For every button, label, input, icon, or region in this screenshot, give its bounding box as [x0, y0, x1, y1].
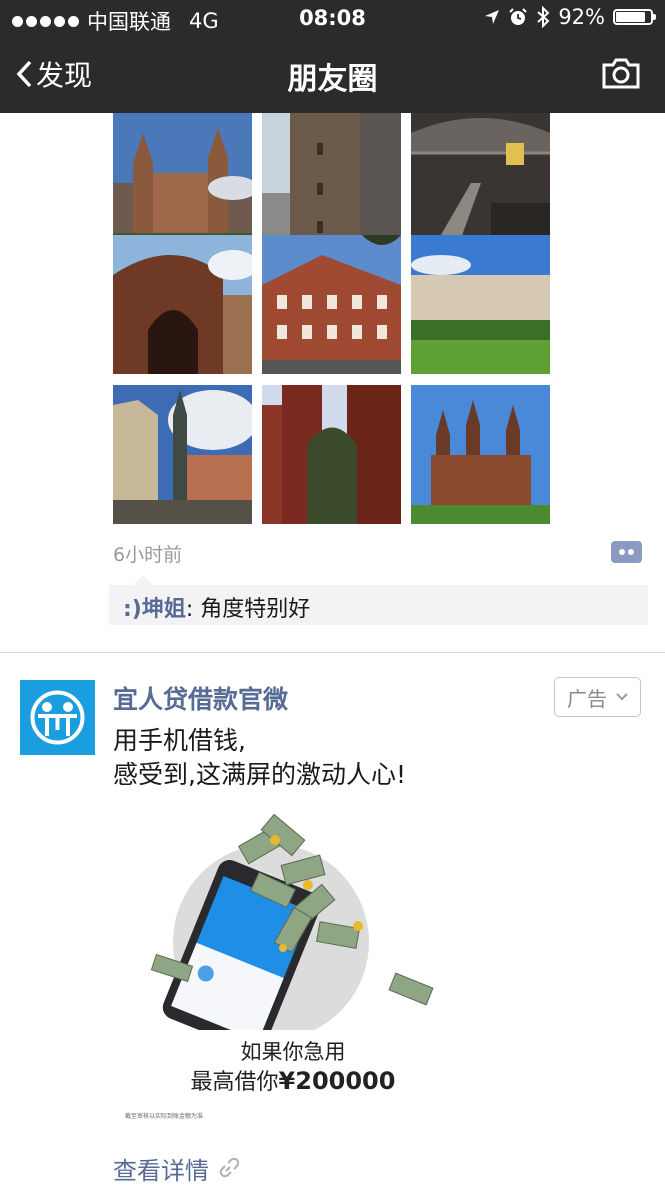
- promo-line1: 如果你急用: [240, 1040, 346, 1064]
- tower-photo[interactable]: [262, 113, 401, 252]
- comment-author[interactable]: :)坤姐: [123, 597, 186, 622]
- yirendai-logo-icon: [30, 690, 85, 745]
- avatar[interactable]: [20, 680, 95, 755]
- square-photo[interactable]: [113, 385, 252, 524]
- brick-building-photo[interactable]: [262, 235, 401, 374]
- ad-image[interactable]: 如果你急用 最高借你¥200000 截至审核以实际到账金额为准: [113, 800, 473, 1130]
- ad-tag-label: 广告: [567, 686, 607, 711]
- promo-amount: ¥200000: [278, 1067, 396, 1095]
- comment-text: 角度特别好: [193, 597, 311, 622]
- link-icon: [219, 1157, 239, 1177]
- train-station-photo[interactable]: [411, 113, 550, 252]
- camera-icon: [602, 58, 640, 89]
- battery-percent: 92%: [558, 5, 605, 29]
- promo-fine-print: 截至审核以实际到账金额为准: [125, 1113, 204, 1120]
- ad-tag-dropdown[interactable]: 广告: [554, 677, 641, 717]
- camera-button[interactable]: [601, 56, 641, 94]
- phone-money-illustration: [150, 813, 434, 1030]
- navigation-bar: 发现 朋友圈: [0, 36, 665, 113]
- battery-icon: [613, 9, 656, 25]
- view-details-label: 查看详情: [113, 1157, 209, 1185]
- photo-grid: [113, 113, 550, 524]
- bluetooth-icon: [537, 6, 550, 28]
- park-houses-photo[interactable]: [411, 235, 550, 374]
- status-icons: 92%: [484, 5, 656, 29]
- ad-text-line2: 感受到,这满屏的激动人心!: [113, 760, 406, 789]
- comment-box: :)坤姐: 角度特别好: [109, 575, 648, 625]
- view-details-link[interactable]: 查看详情: [113, 1151, 239, 1186]
- post-timestamp: 6小时前: [113, 544, 183, 566]
- chevron-down-icon: [616, 693, 628, 701]
- feed-divider: [0, 652, 665, 653]
- arch-photo[interactable]: [113, 235, 252, 374]
- castle-photo[interactable]: [113, 113, 252, 252]
- comment-icon[interactable]: [611, 541, 642, 563]
- page-title: 朋友圈: [287, 62, 378, 97]
- location-arrow-icon: [485, 10, 500, 24]
- ad-text-line1: 用手机借钱,: [113, 726, 246, 755]
- palace-photo[interactable]: [411, 385, 550, 524]
- alarm-icon: [509, 8, 528, 25]
- comment-line: :)坤姐: 角度特别好: [123, 591, 310, 623]
- promo-line2: 最高借你¥200000: [113, 1064, 473, 1096]
- red-tower-photo[interactable]: [262, 385, 401, 524]
- ad-account-name[interactable]: 宜人贷借款官微: [113, 680, 288, 716]
- ad-text: 用手机借钱, 感受到,这满屏的激动人心!: [113, 724, 406, 792]
- status-bar: 中国联通 4G 08:08 92%: [0, 0, 665, 36]
- promo-prefix: 最高借你: [190, 1070, 279, 1095]
